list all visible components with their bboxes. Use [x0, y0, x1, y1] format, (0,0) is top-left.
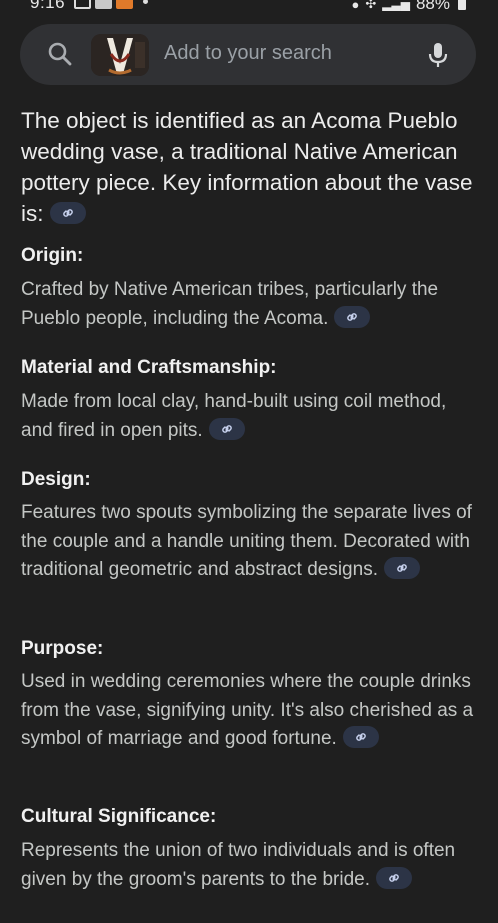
more-notifications-icon: [143, 0, 148, 4]
notification-icons: [74, 0, 148, 9]
battery-level: 88%: [415, 0, 450, 13]
gallery-icon: [74, 0, 91, 9]
source-link-button[interactable]: [334, 305, 371, 328]
section-heading-material: Material and Craftsmanship:: [21, 357, 277, 378]
section-text-material: Made from local clay, hand-built using c…: [21, 388, 481, 445]
battery-icon: [458, 0, 466, 10]
section-heading-cultural-significance: Cultural Significance:: [21, 806, 217, 827]
section-text-design: Features two spouts symbolizing the sepa…: [21, 499, 481, 585]
search-input[interactable]: Add to your search: [164, 42, 332, 65]
status-time: 9:16: [30, 0, 66, 12]
alarm-icon: ●: [351, 0, 360, 12]
status-bar: 9:16 ● ✣ ▂▃▅ 88%: [0, 0, 498, 14]
link-icon: [397, 564, 407, 572]
section-heading-origin: Origin:: [21, 245, 84, 266]
intro-paragraph: The object is identified as an Acoma Pue…: [21, 105, 483, 229]
intro-text: The object is identified as an Acoma Pue…: [21, 108, 473, 226]
section-heading-purpose: Purpose:: [21, 638, 104, 659]
search-bar[interactable]: Add to your search: [20, 24, 476, 85]
link-icon: [221, 424, 232, 433]
section-text-origin: Crafted by Native American tribes, parti…: [21, 276, 481, 333]
search-image-thumbnail[interactable]: [91, 34, 149, 76]
source-link-button[interactable]: [49, 202, 86, 225]
section-text-purpose: Used in wedding ceremonies where the cou…: [21, 668, 481, 754]
section-heading-design: Design:: [21, 469, 91, 490]
link-icon: [62, 209, 73, 217]
source-link-button[interactable]: [376, 866, 412, 889]
search-icon[interactable]: [47, 41, 73, 67]
app-notification-icon: [95, 0, 112, 9]
shop-notification-icon: [116, 0, 133, 9]
link-icon: [347, 312, 358, 321]
section-text: Used in wedding ceremonies where the cou…: [21, 671, 474, 750]
section-text: Crafted by Native American tribes, parti…: [21, 279, 439, 329]
source-link-button[interactable]: [383, 557, 420, 580]
signal-icon: ▂▃▅: [382, 0, 410, 11]
mic-icon[interactable]: [427, 41, 449, 69]
wifi-icon: ✣: [365, 0, 377, 11]
section-text-cultural-significance: Represents the union of two individuals …: [21, 837, 481, 894]
source-link-button[interactable]: [342, 726, 379, 749]
system-icons: ● ✣ ▂▃▅ 88%: [352, 0, 466, 14]
source-link-button[interactable]: [208, 417, 245, 440]
link-icon: [355, 733, 366, 741]
link-icon: [389, 873, 399, 882]
